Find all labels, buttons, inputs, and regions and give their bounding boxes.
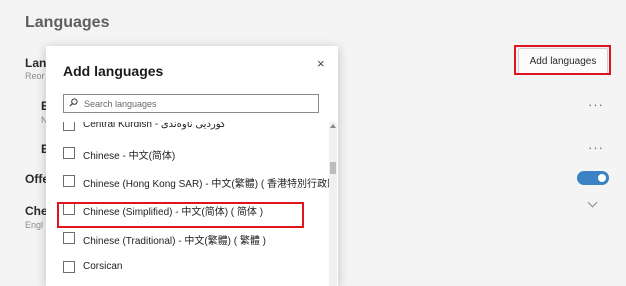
search-field[interactable] <box>63 94 319 113</box>
close-icon[interactable]: × <box>317 56 325 71</box>
row-check-label: Che <box>25 204 48 218</box>
scrollbar[interactable] <box>329 122 337 286</box>
highlight-chinese-simplified <box>57 202 304 228</box>
list-item[interactable]: Corsican <box>63 258 333 278</box>
scroll-up-icon[interactable] <box>330 124 336 128</box>
scroll-thumb[interactable] <box>330 162 336 174</box>
list-item-label: Chinese - 中文(简体) <box>83 151 176 162</box>
row-languages-sub: Reor <box>25 71 45 81</box>
list-item-label: Central Kurdish - کوردیی ناوەندی <box>83 122 226 130</box>
row-check-sub: Engl <box>25 220 44 230</box>
section-title: Languages <box>25 14 110 31</box>
search-icon <box>69 98 78 107</box>
checkbox[interactable] <box>63 147 75 159</box>
offer-translate-toggle[interactable] <box>577 171 609 185</box>
list-item-label: Chinese (Hong Kong SAR) - 中文(繁體) ( 香港特別行… <box>83 179 330 190</box>
list-item-label: Chinese (Traditional) - 中文(繁體) ( 繁體 ) <box>83 236 266 247</box>
list-item-label: Corsican <box>83 261 123 272</box>
checkbox[interactable] <box>63 122 75 131</box>
search-input[interactable] <box>84 97 314 110</box>
more-options-icon[interactable]: ··· <box>588 97 604 112</box>
more-options-icon[interactable]: ··· <box>588 140 604 155</box>
list-item[interactable]: Chinese (Hong Kong SAR) - 中文(繁體) ( 香港特別行… <box>63 172 333 192</box>
highlight-add-languages <box>514 45 611 75</box>
add-languages-dialog: Add languages × Central Kurdish - کوردیی… <box>46 46 338 286</box>
checkbox[interactable] <box>63 232 75 244</box>
list-item[interactable]: Central Kurdish - کوردیی ناوەندی <box>63 122 333 136</box>
list-item[interactable]: Chinese - 中文(简体) <box>63 144 333 164</box>
list-item[interactable]: Chinese (Traditional) - 中文(繁體) ( 繁體 ) <box>63 229 333 249</box>
toggle-knob <box>598 174 606 182</box>
dialog-title: Add languages <box>63 63 164 79</box>
checkbox[interactable] <box>63 261 75 273</box>
checkbox[interactable] <box>63 175 75 187</box>
